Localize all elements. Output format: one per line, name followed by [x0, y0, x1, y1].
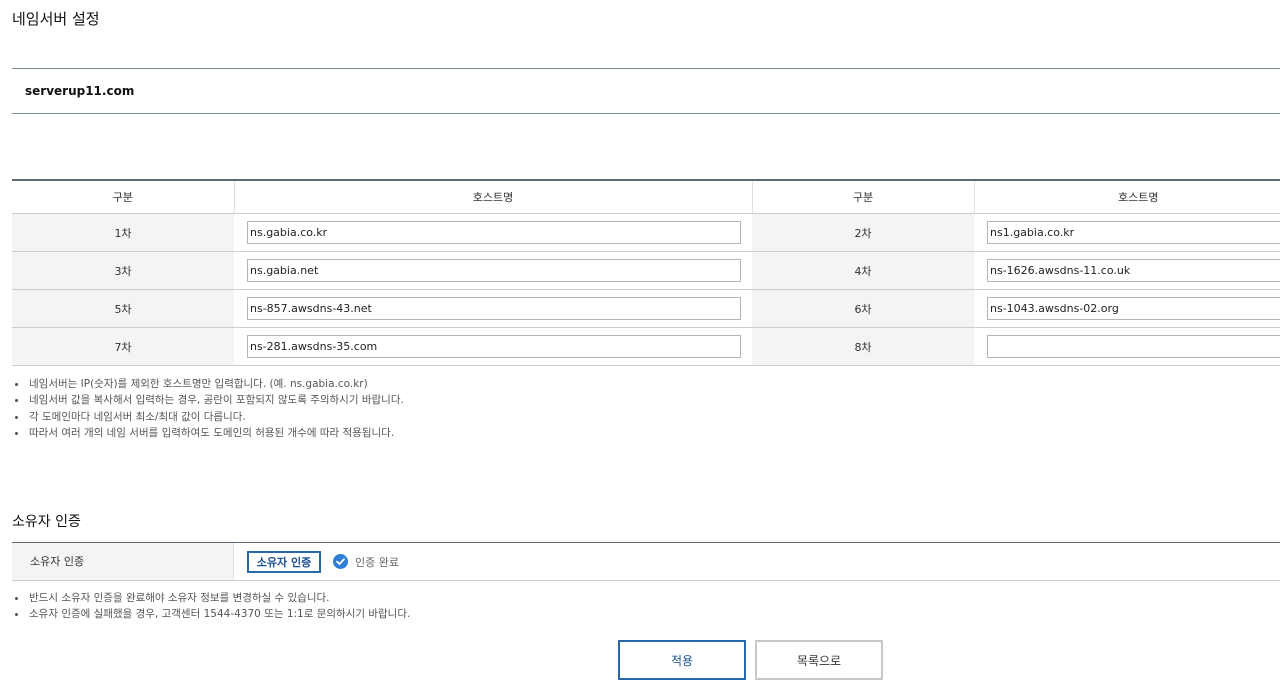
column-header: 구분	[12, 180, 235, 214]
ns-label: 6차	[752, 289, 974, 328]
owner-notes: 반드시 소유자 인증을 완료해야 소유자 정보를 변경하실 수 있습니다. 소유…	[12, 590, 410, 623]
owner-verify-button[interactable]: 소유자 인증	[247, 551, 321, 573]
note-item: 소유자 인증에 실패했을 경우, 고객센터 1544-4370 또는 1:1로 …	[12, 606, 410, 622]
apply-button[interactable]: 적용	[618, 640, 746, 680]
column-header: 호스트명	[974, 180, 1280, 214]
note-item: 네임서버는 IP(숫자)를 제외한 호스트명만 입력합니다. (예. ns.ga…	[12, 376, 404, 392]
column-header: 구분	[752, 180, 975, 214]
ns4-input[interactable]	[987, 259, 1280, 282]
owner-verification-row: 소유자 인증 소유자 인증 인증 완료	[12, 542, 1280, 581]
verification-status: 인증 완료	[355, 556, 399, 569]
ns-label: 3차	[12, 251, 234, 290]
note-item: 반드시 소유자 인증을 완료해야 소유자 정보를 변경하실 수 있습니다.	[12, 590, 410, 606]
ns-label: 7차	[12, 327, 234, 366]
note-item: 네임서버 값을 복사해서 입력하는 경우, 공란이 포함되지 않도록 주의하시기…	[12, 392, 404, 408]
page-title: 네임서버 설정	[12, 10, 100, 28]
ns-label: 4차	[752, 251, 974, 290]
ns-label: 2차	[752, 213, 974, 252]
ns-label: 5차	[12, 289, 234, 328]
table-row: 3차 4차	[12, 251, 1280, 290]
owner-section-title: 소유자 인증	[12, 514, 81, 530]
ns-label: 8차	[752, 327, 974, 366]
back-to-list-button[interactable]: 목록으로	[755, 640, 883, 680]
column-header: 호스트명	[234, 180, 753, 214]
ns2-input[interactable]	[987, 221, 1280, 244]
table-row: 5차 6차	[12, 289, 1280, 328]
check-circle-icon	[333, 554, 348, 569]
table-row: 7차 8차	[12, 327, 1280, 366]
ns1-input[interactable]	[247, 221, 741, 244]
table-header-row: 구분 호스트명 구분 호스트명	[12, 180, 1280, 214]
note-item: 각 도메인마다 네임서버 최소/최대 값이 다릅니다.	[12, 409, 404, 425]
note-item: 따라서 여러 개의 네임 서버를 입력하여도 도메인의 허용된 개수에 따라 적…	[12, 425, 404, 441]
ns5-input[interactable]	[247, 297, 741, 320]
ns6-input[interactable]	[987, 297, 1280, 320]
owner-row-label: 소유자 인증	[12, 543, 234, 580]
domain-name: serverup11.com	[25, 84, 135, 98]
domain-header: serverup11.com	[12, 68, 1280, 114]
ns-label: 1차	[12, 213, 234, 252]
ns3-input[interactable]	[247, 259, 741, 282]
table-row: 1차 2차	[12, 213, 1280, 252]
ns8-input[interactable]	[987, 335, 1280, 358]
nameserver-table: 구분 호스트명 구분 호스트명 1차 2차 3차 4차 5차 6차 7차 8차	[12, 179, 1280, 366]
ns7-input[interactable]	[247, 335, 741, 358]
nameserver-notes: 네임서버는 IP(숫자)를 제외한 호스트명만 입력합니다. (예. ns.ga…	[12, 376, 404, 441]
